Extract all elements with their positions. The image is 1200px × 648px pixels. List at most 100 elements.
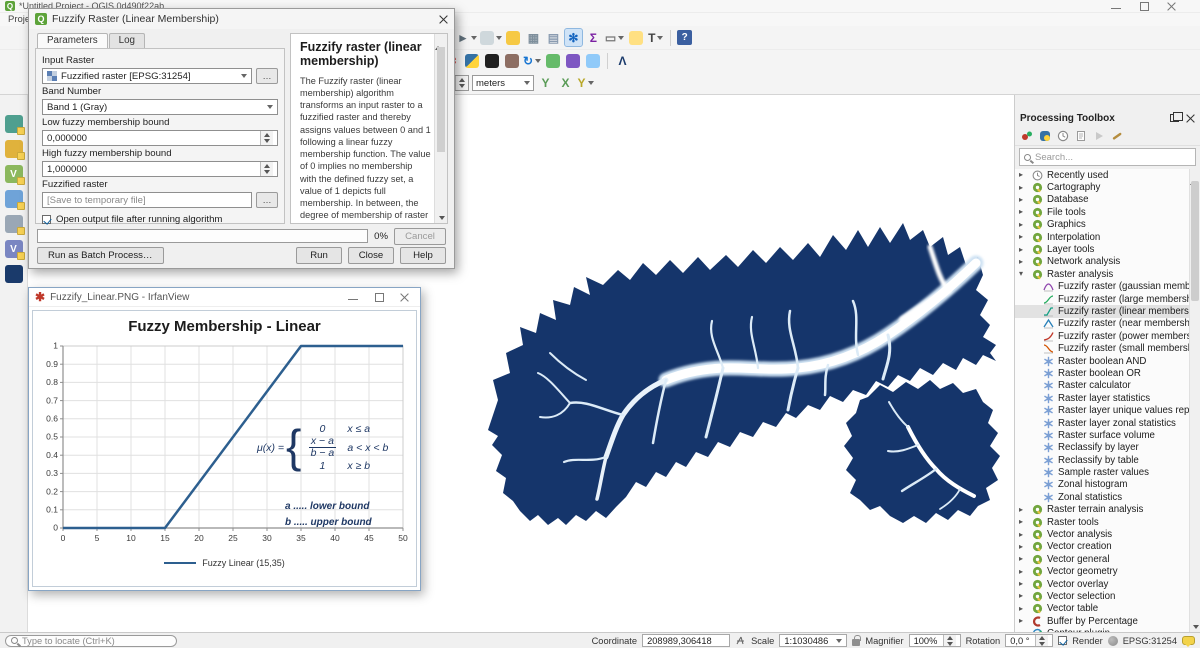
chevron-right-icon[interactable]: ▸ bbox=[1019, 605, 1027, 613]
group-interpolation[interactable]: ▸Interpolation bbox=[1015, 231, 1189, 243]
text-annotation-icon[interactable]: T bbox=[647, 29, 664, 46]
spinner-icon[interactable] bbox=[260, 131, 273, 145]
lambda-expressions-icon[interactable]: Λ bbox=[614, 53, 631, 70]
render-checkbox[interactable] bbox=[1058, 636, 1067, 645]
snapping-x-icon[interactable]: X bbox=[557, 75, 574, 92]
crs-globe-icon[interactable] bbox=[1108, 636, 1118, 646]
chevron-right-icon[interactable]: ▸ bbox=[1019, 233, 1027, 241]
alg-fuzzify-raster-large-membership-[interactable]: Fuzzify raster (large membership) bbox=[1015, 293, 1189, 305]
alg-raster-surface-volume[interactable]: Raster surface volume bbox=[1015, 429, 1189, 441]
output-path-input[interactable]: [Save to temporary file] bbox=[42, 192, 252, 208]
close-icon[interactable] bbox=[1167, 2, 1177, 11]
chevron-right-icon[interactable]: ▸ bbox=[1019, 208, 1027, 216]
run-as-batch-button[interactable]: Run as Batch Process… bbox=[37, 247, 164, 264]
chevron-right-icon[interactable]: ▸ bbox=[1019, 171, 1027, 179]
python-icon[interactable] bbox=[1039, 130, 1051, 142]
alg-raster-layer-statistics[interactable]: Raster layer statistics bbox=[1015, 392, 1189, 404]
build-hammer-icon[interactable] bbox=[503, 53, 520, 70]
scroll-thumb[interactable] bbox=[1191, 181, 1199, 301]
group-layer-tools[interactable]: ▸Layer tools bbox=[1015, 243, 1189, 255]
map-theme-icon[interactable] bbox=[480, 29, 502, 46]
high-bound-input[interactable]: 1,000000 bbox=[42, 161, 278, 177]
group-raster-terrain-analysis[interactable]: ▸Raster terrain analysis bbox=[1015, 504, 1189, 516]
alg-fuzzify-raster-power-membership-[interactable]: Fuzzify raster (power membership) bbox=[1015, 330, 1189, 342]
history-icon[interactable] bbox=[1057, 130, 1069, 142]
help-scrollbar[interactable] bbox=[434, 34, 447, 223]
run-button[interactable]: Run bbox=[296, 247, 342, 264]
statistical-summary-icon[interactable]: ▤ bbox=[545, 29, 562, 46]
chevron-right-icon[interactable]: ▸ bbox=[1019, 592, 1027, 600]
open-attribute-table-icon[interactable]: ▦ bbox=[525, 29, 542, 46]
group-vector-general[interactable]: ▸Vector general bbox=[1015, 553, 1189, 565]
chevron-right-icon[interactable]: ▸ bbox=[1019, 196, 1027, 204]
snapping-y1-icon[interactable]: Y bbox=[537, 75, 554, 92]
chevron-down-icon[interactable]: ▾ bbox=[1019, 270, 1027, 278]
extent-toggle-icon[interactable] bbox=[735, 635, 746, 646]
chevron-right-icon[interactable]: ▸ bbox=[1019, 506, 1027, 514]
plugin-manager-icon[interactable] bbox=[544, 53, 561, 70]
alg-raster-boolean-or[interactable]: Raster boolean OR bbox=[1015, 367, 1189, 379]
coordinate-input[interactable]: 208989,306418 bbox=[642, 634, 730, 647]
open-output-checkbox[interactable] bbox=[42, 215, 51, 224]
measure-icon[interactable]: ▭ bbox=[605, 29, 624, 46]
magnifier-input[interactable]: 100% bbox=[909, 634, 961, 647]
help-button[interactable]: Help bbox=[400, 247, 446, 264]
group-buffer-by-percentage[interactable]: ▸Buffer by Percentage bbox=[1015, 615, 1189, 627]
alg-fuzzify-raster-linear-membership-[interactable]: Fuzzify raster (linear membership) bbox=[1015, 305, 1189, 317]
alg-reclassify-by-layer[interactable]: Reclassify by layer bbox=[1015, 442, 1189, 454]
input-raster-combo[interactable]: Fuzzified raster [EPSG:31254] bbox=[42, 68, 252, 84]
chevron-right-icon[interactable]: ▸ bbox=[1019, 617, 1027, 625]
chevron-right-icon[interactable]: ▸ bbox=[1019, 184, 1027, 192]
rotation-input[interactable]: 0,0 ° bbox=[1005, 634, 1053, 647]
alg-sample-raster-values[interactable]: Sample raster values bbox=[1015, 466, 1189, 478]
minimize-icon[interactable] bbox=[348, 293, 358, 302]
chevron-right-icon[interactable]: ▸ bbox=[1019, 258, 1027, 266]
alg-reclassify-by-table[interactable]: Reclassify by table bbox=[1015, 454, 1189, 466]
chevron-right-icon[interactable]: ▸ bbox=[1019, 246, 1027, 254]
band-combo[interactable]: Band 1 (Gray) bbox=[42, 99, 278, 115]
add-mesh-layer-icon[interactable]: V bbox=[5, 240, 23, 258]
dialog-titlebar[interactable]: Q Fuzzify Raster (Linear Membership) bbox=[29, 9, 454, 29]
undock-panel-icon[interactable] bbox=[1170, 114, 1179, 122]
spinner-icon[interactable] bbox=[260, 162, 273, 176]
new-map-view-icon[interactable] bbox=[505, 29, 522, 46]
python-console-icon[interactable] bbox=[463, 53, 480, 70]
alg-raster-layer-zonal-statistics[interactable]: Raster layer zonal statistics bbox=[1015, 417, 1189, 429]
group-file-tools[interactable]: ▸File tools bbox=[1015, 206, 1189, 218]
temporal-controller-icon[interactable] bbox=[5, 265, 23, 283]
toolbox-search-input[interactable]: Search... bbox=[1019, 148, 1196, 166]
chevron-right-icon[interactable]: ▸ bbox=[1019, 221, 1027, 229]
chevron-right-icon[interactable]: ▸ bbox=[1019, 518, 1027, 526]
menu-project[interactable]: Proje bbox=[8, 14, 30, 25]
chevron-right-icon[interactable]: ▸ bbox=[1019, 543, 1027, 551]
snapping-y2-icon[interactable]: Y bbox=[577, 75, 594, 92]
group-graphics[interactable]: ▸Graphics bbox=[1015, 219, 1189, 231]
refresh-plugins-icon[interactable]: ↻ bbox=[523, 53, 541, 70]
close-icon[interactable] bbox=[400, 293, 410, 302]
locator-input[interactable]: Type to locate (Ctrl+K) bbox=[5, 635, 177, 647]
help-icon[interactable]: ? bbox=[677, 30, 692, 45]
models-icon[interactable] bbox=[1021, 130, 1033, 142]
add-annotation-layer-icon[interactable] bbox=[5, 190, 23, 208]
group-vector-selection[interactable]: ▸Vector selection bbox=[1015, 590, 1189, 602]
chevron-right-icon[interactable]: ▸ bbox=[1019, 555, 1027, 563]
scale-combo[interactable]: 1:1030486 bbox=[779, 634, 847, 647]
lock-icon[interactable] bbox=[852, 639, 860, 646]
viewer-titlebar[interactable]: ✱ Fuzzify_Linear.PNG - IrfanView bbox=[29, 288, 420, 307]
group-raster-tools[interactable]: ▸Raster tools bbox=[1015, 516, 1189, 528]
add-raster-layer-icon[interactable] bbox=[5, 140, 23, 158]
group-vector-geometry[interactable]: ▸Vector geometry bbox=[1015, 566, 1189, 578]
group-raster-analysis[interactable]: ▾Raster analysis bbox=[1015, 268, 1189, 280]
group-vector-analysis[interactable]: ▸Vector analysis bbox=[1015, 528, 1189, 540]
map-tips-icon[interactable] bbox=[627, 29, 644, 46]
crs-value[interactable]: EPSG:31254 bbox=[1123, 636, 1177, 646]
restore-icon[interactable] bbox=[1139, 2, 1149, 11]
group-vector-creation[interactable]: ▸Vector creation bbox=[1015, 541, 1189, 553]
scroll-down-icon[interactable] bbox=[1193, 625, 1199, 629]
chevron-right-icon[interactable]: ▸ bbox=[1019, 580, 1027, 588]
tab-parameters[interactable]: Parameters bbox=[37, 33, 108, 48]
options-icon[interactable] bbox=[1111, 130, 1123, 142]
low-bound-input[interactable]: 0,000000 bbox=[42, 130, 278, 146]
group-recently-used[interactable]: ▸Recently used bbox=[1015, 169, 1189, 181]
osgeo-disc-icon[interactable] bbox=[564, 53, 581, 70]
